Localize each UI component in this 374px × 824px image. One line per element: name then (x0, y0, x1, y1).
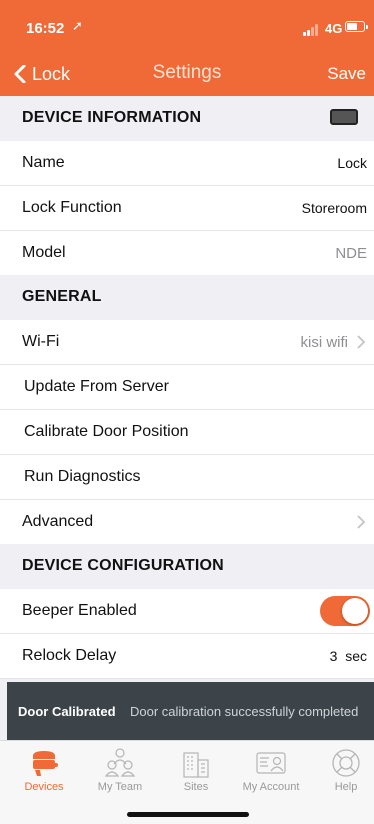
home-indicator (127, 812, 249, 817)
toast-title: Door Calibrated (18, 704, 116, 719)
signal-icon (303, 24, 321, 36)
row-value: Lock (337, 155, 367, 171)
tab-label: Devices (24, 781, 64, 793)
row-update-from-server[interactable]: Update From Server (0, 365, 374, 410)
row-lock-function[interactable]: Lock Function Storeroom (0, 186, 374, 231)
row-label: Model (22, 244, 66, 261)
chevron-right-icon (357, 335, 366, 349)
section-device-information: DEVICE INFORMATION (0, 96, 374, 141)
toggle-knob (342, 598, 368, 624)
save-button[interactable]: Save (327, 64, 366, 84)
lifebuoy-icon (332, 749, 360, 777)
status-bar: 16:52 ➚ 4G (0, 0, 374, 44)
settings-list: DEVICE INFORMATION Name Lock Lock Functi… (0, 96, 374, 679)
row-value: Storeroom (301, 200, 367, 216)
tab-label: Help (334, 781, 358, 793)
row-advanced[interactable]: Advanced (0, 500, 374, 544)
location-arrow-icon: ➚ (72, 18, 83, 33)
tab-sites[interactable]: Sites (159, 745, 233, 797)
page-title: Settings (152, 62, 222, 83)
row-relock-delay[interactable]: Relock Delay 3 sec (0, 634, 374, 679)
row-label: Relock Delay (22, 647, 117, 664)
team-icon (104, 748, 136, 777)
notification-toast: Door Calibrated Door calibration success… (7, 682, 374, 740)
status-time: 16:52 (26, 20, 65, 37)
row-label: Update From Server (24, 378, 169, 395)
tab-my-team[interactable]: My Team (83, 745, 157, 797)
row-label: Lock Function (22, 199, 122, 216)
tab-devices[interactable]: Devices (7, 745, 81, 797)
row-label: Calibrate Door Position (24, 423, 189, 440)
row-wifi[interactable]: Wi-Fi kisi wifi (0, 320, 374, 365)
row-run-diagnostics[interactable]: Run Diagnostics (0, 455, 374, 500)
device-icon (330, 109, 358, 125)
row-label: Advanced (22, 513, 94, 530)
navigation-bar: Lock Settings Save (0, 52, 374, 96)
toast-message: Door calibration successfully completed (130, 704, 359, 719)
top-bar: 16:52 ➚ 4G Lock Settings Save (0, 0, 374, 96)
section-title: DEVICE INFORMATION (22, 109, 202, 126)
row-value: kisi wifi (300, 334, 349, 351)
chevron-right-icon (357, 515, 366, 529)
building-icon (183, 752, 209, 778)
tab-label: My Account (242, 781, 300, 793)
tab-my-account[interactable]: My Account (234, 745, 308, 797)
section-device-configuration: DEVICE CONFIGURATION (0, 544, 374, 589)
beeper-toggle[interactable] (320, 596, 370, 626)
row-calibrate-door[interactable]: Calibrate Door Position (0, 410, 374, 455)
battery-icon (345, 21, 368, 32)
network-type: 4G (325, 21, 343, 36)
section-title: GENERAL (22, 288, 102, 305)
row-label: Run Diagnostics (24, 468, 141, 485)
row-label: Name (22, 154, 65, 171)
row-model: Model NDE (0, 231, 374, 275)
row-name[interactable]: Name Lock (0, 141, 374, 186)
section-title: DEVICE CONFIGURATION (22, 557, 224, 574)
tab-help[interactable]: Help (309, 745, 374, 797)
tab-label: Sites (183, 781, 209, 793)
tab-label: My Team (97, 781, 143, 793)
lock-device-icon (33, 751, 58, 776)
row-value: NDE (335, 245, 367, 262)
section-general: GENERAL (0, 275, 374, 320)
row-label: Beeper Enabled (22, 602, 137, 619)
id-card-icon (256, 752, 286, 774)
row-value: 3 sec (329, 648, 367, 664)
row-label: Wi-Fi (22, 333, 60, 350)
row-beeper-enabled: Beeper Enabled (0, 589, 374, 634)
